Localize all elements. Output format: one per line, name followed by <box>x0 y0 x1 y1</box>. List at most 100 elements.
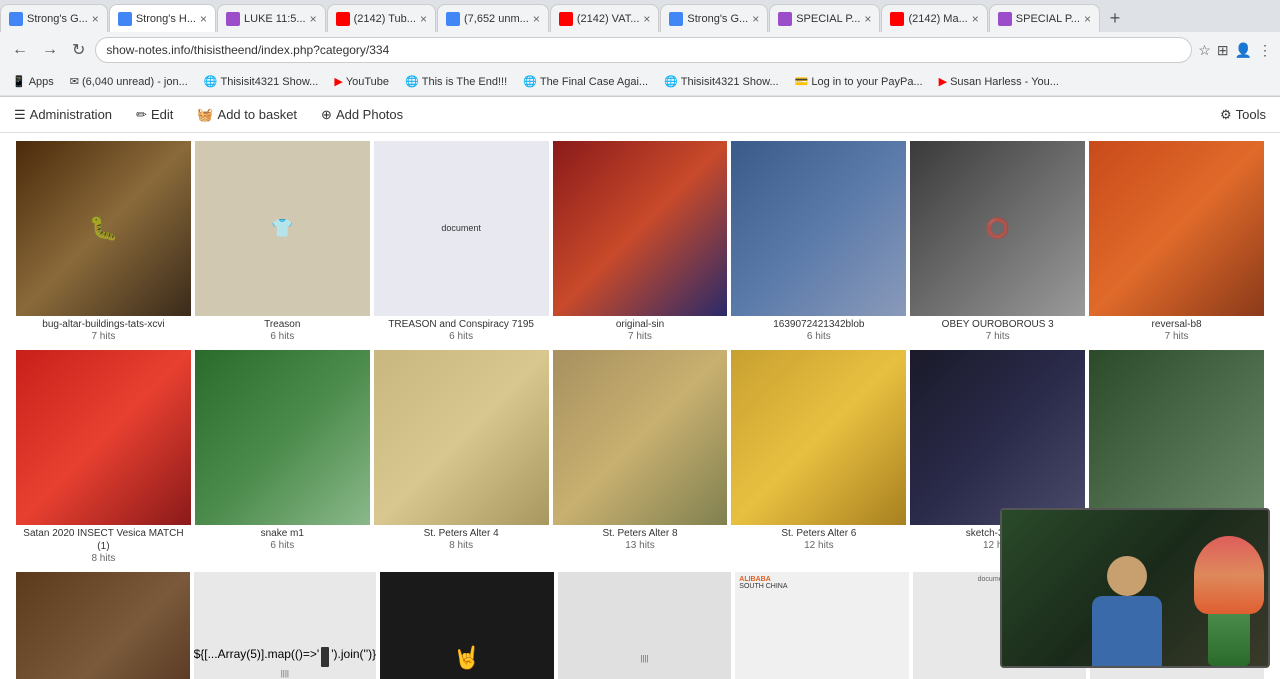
bookmark-site1-label: Thisisit4321 Show... <box>221 76 319 88</box>
list-item[interactable]: reversal-b8 7 hits <box>1089 141 1264 342</box>
list-item[interactable]: ⭕ OBEY OUROBOROUS 3 7 hits <box>910 141 1085 342</box>
gallery-thumb: 🐛 <box>16 141 191 316</box>
tab-close-10[interactable]: × <box>1084 12 1091 26</box>
tab-close-6[interactable]: × <box>643 12 650 26</box>
new-tab-button[interactable]: + <box>1101 4 1129 32</box>
tab-title-6: (2142) VAT... <box>577 13 640 25</box>
administration-button[interactable]: ☰ Administration <box>8 105 118 125</box>
bookmark-youtube[interactable]: ▶ YouTube <box>330 74 393 89</box>
gallery-item-hits: 8 hits <box>449 540 473 551</box>
tab-2[interactable]: Strong's H... × <box>109 4 216 32</box>
tab-title-4: (2142) Tub... <box>354 13 416 25</box>
list-item[interactable]: snake m1 6 hits <box>195 350 370 564</box>
youtube-icon: ▶ <box>334 75 342 88</box>
tab-favicon-7 <box>669 12 683 26</box>
list-item[interactable]: ALIBABA SOUTH CHINA ALIBABA also OWNS th… <box>735 572 909 679</box>
tools-icon: ⚙ <box>1220 107 1232 123</box>
forward-button[interactable]: → <box>38 39 62 61</box>
tab-5[interactable]: (7,652 unm... × <box>437 4 549 32</box>
tab-close-9[interactable]: × <box>972 12 979 26</box>
bookmark-site4[interactable]: 🌐 Thisisit4321 Show... <box>660 74 783 89</box>
email-icon: ✉ <box>70 75 79 88</box>
refresh-button[interactable]: ↻ <box>68 38 89 62</box>
bookmark-site3[interactable]: 🌐 The Final Case Agai... <box>519 74 652 89</box>
susan-icon: ▶ <box>939 75 947 88</box>
gallery-item-label: OBEY OUROBOROUS 3 <box>942 318 1054 331</box>
tab-close-4[interactable]: × <box>420 12 427 26</box>
tools-button[interactable]: ⚙ Tools <box>1214 105 1272 125</box>
bookmark-site1[interactable]: 🌐 Thisisit4321 Show... <box>200 74 323 89</box>
gallery-item-label: snake m1 <box>261 527 304 540</box>
list-item[interactable]: 1639072421342blob 6 hits <box>731 141 906 342</box>
list-item[interactable]: St. Peters Alter 4 8 hits <box>374 350 549 564</box>
bookmark-paypal[interactable]: 💳 Log in to your PayPa... <box>791 74 927 89</box>
site1-icon: 🌐 <box>204 75 218 88</box>
list-item[interactable]: |||| 1641592247028blob 7 hits <box>558 572 732 679</box>
bookmark-site4-label: Thisisit4321 Show... <box>681 76 779 88</box>
tab-8[interactable]: SPECIAL P... × <box>769 4 880 32</box>
tab-title-7: Strong's G... <box>687 13 748 25</box>
video-content <box>1002 510 1268 666</box>
gallery-item-hits: 7 hits <box>1165 331 1189 342</box>
menu-icon[interactable]: ⋮ <box>1258 42 1272 59</box>
bookmark-email[interactable]: ✉ (6,040 unread) - jon... <box>66 74 192 89</box>
gallery-thumb: ⭕ <box>910 141 1085 316</box>
tab-4[interactable]: (2142) Tub... × <box>327 4 436 32</box>
bookmark-site2[interactable]: 🌐 This is The End!!! <box>401 74 511 89</box>
tab-1[interactable]: Strong's G... × <box>0 4 108 32</box>
extension-icon[interactable]: ⊞ <box>1217 42 1229 59</box>
gallery-item-hits: 7 hits <box>628 331 652 342</box>
tab-favicon-9 <box>890 12 904 26</box>
bookmark-site3-label: The Final Case Agai... <box>540 76 648 88</box>
list-item[interactable]: 👕 Treason 6 hits <box>195 141 370 342</box>
bookmark-apps[interactable]: 📱 Apps <box>8 74 58 89</box>
gallery-item-hits: 12 hits <box>804 540 833 551</box>
tab-6[interactable]: (2142) VAT... × <box>550 4 660 32</box>
list-item[interactable]: ${[...Array(5)].map(()=>'').join('')} ||… <box>194 572 377 679</box>
tab-close-1[interactable]: × <box>92 12 99 26</box>
video-flowers <box>1194 536 1264 666</box>
tab-favicon-6 <box>559 12 573 26</box>
list-item[interactable]: St. Peters Alter 6 12 hits <box>731 350 906 564</box>
list-item[interactable]: Satan 2020 INSECT Vesica MATCH (1) 8 hit… <box>16 350 191 564</box>
basket-icon: 🧺 <box>197 107 213 123</box>
tools-label: Tools <box>1236 107 1266 122</box>
gallery-item-label: 1639072421342blob <box>773 318 864 331</box>
apps-icon: 📱 <box>12 75 26 88</box>
list-item[interactable]: original-sin 7 hits <box>553 141 728 342</box>
gallery-thumb: 🤘 <box>380 572 554 679</box>
gallery-item-hits: 7 hits <box>986 331 1010 342</box>
url-bar[interactable]: show-notes.info/thisistheend/index.php?c… <box>95 37 1192 63</box>
profile-icon[interactable]: 👤 <box>1235 42 1252 59</box>
site3-icon: 🌐 <box>523 75 537 88</box>
edit-button[interactable]: ✏ Edit <box>130 105 179 125</box>
gallery-thumb: |||| <box>558 572 732 679</box>
list-item[interactable]: 🤘 1641592294519blob 9 hits <box>380 572 554 679</box>
tab-close-2[interactable]: × <box>200 12 207 26</box>
paypal-icon: 💳 <box>795 75 809 88</box>
tab-close-7[interactable]: × <box>752 12 759 26</box>
add-photos-label: Add Photos <box>336 107 403 122</box>
tab-bar: Strong's G... × Strong's H... × LUKE 11:… <box>0 0 1280 32</box>
gallery-item-hits: 13 hits <box>625 540 654 551</box>
gallery-thumb <box>195 350 370 525</box>
list-item[interactable]: 🐛 bug-altar-buildings-tats-xcvi 7 hits <box>16 141 191 342</box>
tab-close-8[interactable]: × <box>864 12 871 26</box>
list-item[interactable]: St. Peters Alter 8 13 hits <box>553 350 728 564</box>
video-overlay[interactable] <box>1000 508 1270 668</box>
tab-3[interactable]: LUKE 11:5... × <box>217 4 326 32</box>
bookmark-susan[interactable]: ▶ Susan Harless - You... <box>935 74 1063 89</box>
add-photos-button[interactable]: ⊕ Add Photos <box>315 105 409 125</box>
tab-close-5[interactable]: × <box>533 12 540 26</box>
list-item[interactable]: throne-l4 8 hits <box>16 572 190 679</box>
add-to-basket-button[interactable]: 🧺 Add to basket <box>191 105 303 125</box>
tab-10[interactable]: SPECIAL P... × <box>989 4 1100 32</box>
tab-7[interactable]: Strong's G... × <box>660 4 768 32</box>
tab-close-3[interactable]: × <box>310 12 317 26</box>
bookmark-icon[interactable]: ☆ <box>1198 42 1211 59</box>
back-button[interactable]: ← <box>8 39 32 61</box>
tab-9[interactable]: (2142) Ma... × <box>881 4 987 32</box>
list-item[interactable]: document TREASON and Conspiracy 7195 6 h… <box>374 141 549 342</box>
gallery-item-label: St. Peters Alter 8 <box>602 527 677 540</box>
tab-favicon-10 <box>998 12 1012 26</box>
